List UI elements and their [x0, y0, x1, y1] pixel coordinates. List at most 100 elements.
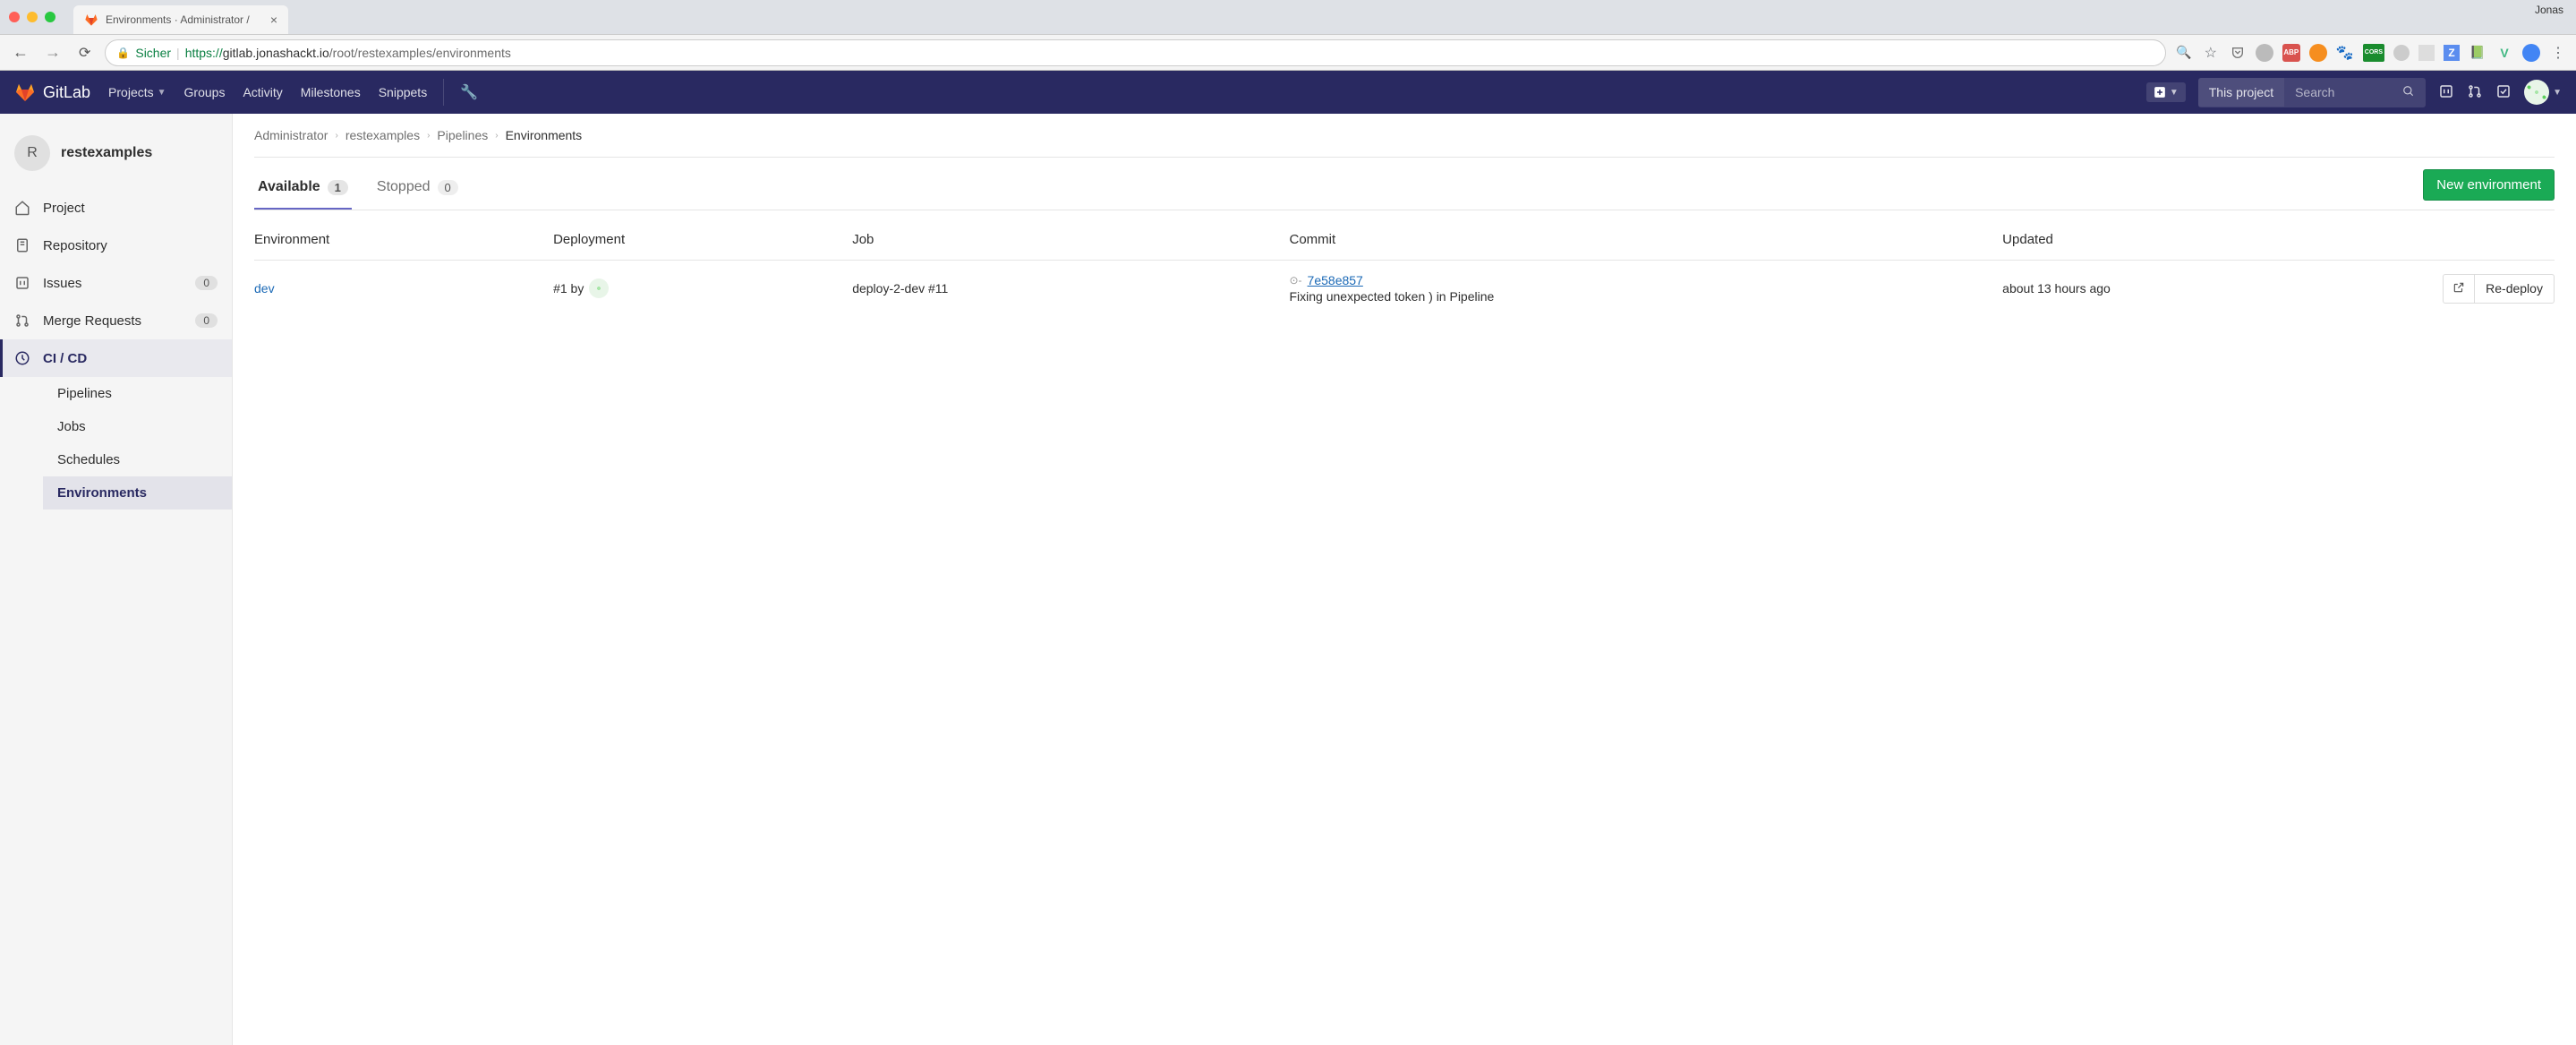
- sidebar: R restexamples Project Repository Issues…: [0, 114, 233, 1045]
- nav-milestones[interactable]: Milestones: [301, 85, 361, 99]
- gitlab-navbar: GitLab Projects▼ Groups Activity Milesto…: [0, 71, 2576, 114]
- breadcrumb: Administrator › restexamples › Pipelines…: [254, 128, 2555, 158]
- nav-right: ▼ This project ▼: [2146, 78, 2562, 107]
- url-text: https://gitlab.jonashackt.io/root/restex…: [185, 46, 511, 60]
- gitlab-brand-text: GitLab: [43, 83, 90, 102]
- updated-cell: about 13 hours ago: [2002, 281, 2348, 296]
- commit-icon: ⊙-: [1289, 274, 1301, 287]
- tab-available[interactable]: Available 1: [254, 167, 352, 210]
- chevron-right-icon: ›: [335, 131, 337, 141]
- nav-links: Projects▼ Groups Activity Milestones Sni…: [108, 85, 427, 99]
- sidebar-item-label: CI / CD: [43, 351, 87, 366]
- new-environment-button[interactable]: New environment: [2423, 169, 2555, 201]
- back-button[interactable]: ←: [9, 43, 32, 62]
- col-header-deployment: Deployment: [553, 232, 852, 247]
- extension-icon[interactable]: 🐾: [2336, 44, 2354, 62]
- lock-icon: 🔒: [116, 47, 130, 59]
- commit-sha-link[interactable]: 7e58e857: [1308, 273, 1363, 287]
- issues-badge: 0: [195, 276, 218, 290]
- cors-icon[interactable]: CORS: [2363, 44, 2384, 62]
- sidebar-project-header[interactable]: R restexamples: [0, 126, 232, 189]
- col-header-environment: Environment: [254, 232, 553, 247]
- zoom-extension-icon[interactable]: [2522, 44, 2540, 62]
- tab-stopped[interactable]: Stopped 0: [373, 167, 462, 210]
- gitlab-logo[interactable]: GitLab: [14, 81, 90, 103]
- col-header-job: Job: [852, 232, 1289, 247]
- sidebar-item-label: Project: [43, 201, 85, 216]
- job-cell: deploy-2-dev #11: [852, 281, 1289, 296]
- extension-icon[interactable]: [2418, 45, 2435, 61]
- extension-icons: ABP 🐾 CORS Z 📗 V ⋮: [2229, 44, 2567, 62]
- vue-devtools-icon[interactable]: V: [2495, 44, 2513, 62]
- sidebar-item-project[interactable]: Project: [0, 189, 232, 227]
- extension-icon[interactable]: Z: [2444, 45, 2460, 61]
- redeploy-button[interactable]: Re-deploy: [2475, 274, 2555, 304]
- sidebar-item-cicd[interactable]: CI / CD: [0, 339, 232, 377]
- search-input[interactable]: [2284, 78, 2392, 107]
- sidebar-item-issues[interactable]: Issues 0: [0, 264, 232, 302]
- commit-message: Fixing unexpected token ) in Pipeline: [1289, 289, 2002, 304]
- deployer-avatar-icon[interactable]: [589, 278, 609, 298]
- nav-activity[interactable]: Activity: [243, 85, 282, 99]
- breadcrumb-item[interactable]: restexamples: [345, 128, 420, 142]
- nav-projects[interactable]: Projects▼: [108, 85, 166, 99]
- pocket-icon[interactable]: [2229, 44, 2247, 62]
- extension-icon[interactable]: [2393, 45, 2410, 61]
- todos-icon[interactable]: [2495, 83, 2512, 102]
- project-avatar: R: [14, 135, 50, 171]
- gitlab-favicon-icon: [84, 13, 98, 27]
- extension-icon[interactable]: [2309, 44, 2327, 62]
- profile-name: Jonas: [2535, 4, 2563, 16]
- environments-table: Environment Deployment Job Commit Update…: [254, 219, 2555, 316]
- breadcrumb-item[interactable]: Administrator: [254, 128, 328, 142]
- search-icon[interactable]: [2392, 78, 2426, 107]
- close-window-button[interactable]: [9, 12, 20, 22]
- table-header: Environment Deployment Job Commit Update…: [254, 219, 2555, 261]
- bookmark-star-icon[interactable]: ☆: [2202, 44, 2220, 62]
- minimize-window-button[interactable]: [27, 12, 38, 22]
- adblock-icon[interactable]: ABP: [2282, 44, 2300, 62]
- secure-label: Sicher: [135, 46, 171, 60]
- window-controls: [9, 12, 55, 22]
- browser-tab[interactable]: Environments · Administrator / ×: [73, 5, 288, 34]
- external-link-button[interactable]: [2443, 274, 2475, 304]
- sub-item-schedules[interactable]: Schedules: [43, 443, 232, 476]
- env-name-cell: dev: [254, 281, 553, 296]
- sub-item-pipelines[interactable]: Pipelines: [43, 377, 232, 410]
- user-menu[interactable]: ▼: [2524, 80, 2562, 105]
- reload-button[interactable]: ⟳: [73, 44, 96, 62]
- nav-snippets[interactable]: Snippets: [379, 85, 427, 99]
- close-tab-icon[interactable]: ×: [270, 13, 277, 27]
- breadcrumb-item-current: Environments: [506, 128, 583, 142]
- tab-count: 1: [328, 180, 348, 195]
- merge-requests-icon[interactable]: [2467, 83, 2483, 102]
- tabs: Available 1 Stopped 0 New environment: [254, 167, 2555, 210]
- sidebar-item-repository[interactable]: Repository: [0, 227, 232, 264]
- forward-button[interactable]: →: [41, 43, 64, 62]
- extension-icon[interactable]: [2256, 44, 2273, 62]
- url-bar[interactable]: 🔒 Sicher | https://gitlab.jonashackt.io/…: [105, 39, 2165, 66]
- issues-icon[interactable]: [2438, 83, 2454, 102]
- extension-icon[interactable]: 📗: [2469, 44, 2486, 62]
- search-scope-button[interactable]: This project: [2198, 78, 2284, 107]
- tab-label: Stopped: [377, 179, 431, 195]
- mr-badge: 0: [195, 313, 218, 328]
- zoom-icon[interactable]: 🔍: [2175, 44, 2193, 62]
- sub-item-environments[interactable]: Environments: [43, 476, 232, 510]
- admin-wrench-icon[interactable]: 🔧: [460, 83, 478, 101]
- env-link[interactable]: dev: [254, 281, 275, 296]
- sub-item-jobs[interactable]: Jobs: [43, 410, 232, 443]
- new-dropdown-button[interactable]: ▼: [2146, 82, 2186, 102]
- maximize-window-button[interactable]: [45, 12, 55, 22]
- browser-menu-icon[interactable]: ⋮: [2549, 44, 2567, 62]
- nav-groups[interactable]: Groups: [184, 85, 226, 99]
- sidebar-item-merge-requests[interactable]: Merge Requests 0: [0, 302, 232, 339]
- chevron-down-icon: ▼: [2553, 88, 2562, 98]
- col-header-updated: Updated: [2002, 232, 2348, 247]
- commit-cell: ⊙- 7e58e857 Fixing unexpected token ) in…: [1289, 273, 2002, 304]
- col-header-commit: Commit: [1289, 232, 2002, 247]
- breadcrumb-item[interactable]: Pipelines: [437, 128, 488, 142]
- sidebar-item-label: Issues: [43, 276, 81, 291]
- tab-title: Environments · Administrator /: [106, 13, 250, 26]
- browser-toolbar: ← → ⟳ 🔒 Sicher | https://gitlab.jonashac…: [0, 34, 2576, 70]
